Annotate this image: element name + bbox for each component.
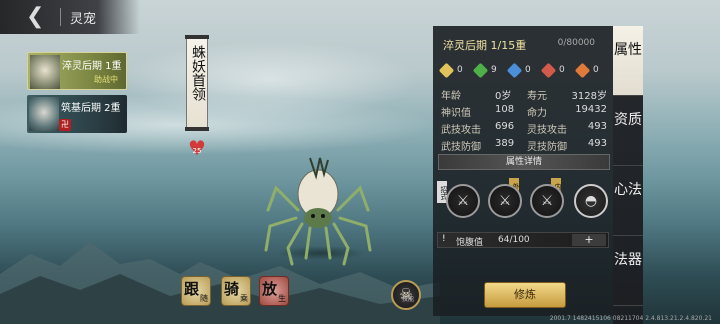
attribute-detail-button[interactable]: 属性详情: [438, 154, 610, 170]
stat-value: 389: [495, 138, 515, 149]
stat-label: 年龄: [441, 91, 461, 102]
gem-earth: 0: [573, 62, 615, 80]
gem-value: 0: [525, 65, 531, 75]
seal-icon: 卍: [59, 119, 71, 131]
banner-cap: [185, 127, 209, 131]
stat-row: 武技防御 389 灵技防御 493: [437, 137, 609, 153]
gem-value: 9: [491, 65, 497, 75]
element-gems: 0 9 0 0 0: [437, 62, 609, 80]
skill-slot-1[interactable]: ⚔: [446, 184, 480, 218]
heart-value: 25: [192, 147, 202, 155]
version-footer: 2001.7 1482415106 08211704 2.4.813.21.2.…: [549, 315, 712, 322]
pet-realm-label: 淬灵后期 1重: [62, 61, 122, 72]
stat-value: 19432: [575, 104, 607, 115]
hunger-label: 饱腹值: [456, 238, 484, 248]
exp-progress-text: 0/80000: [557, 38, 595, 48]
pet-avatar: [29, 97, 59, 131]
skull-skill-button[interactable]: ☠ 技能: [391, 280, 421, 310]
gem-value: 0: [559, 65, 565, 75]
tab-mental-method[interactable]: 心法: [613, 166, 643, 236]
pet-status-badge: 助战中: [94, 75, 118, 84]
release-label: 放: [262, 280, 278, 298]
stat-value: 493: [587, 121, 607, 132]
stat-value: 696: [495, 121, 515, 132]
gold-gem-icon: [438, 62, 455, 79]
cultivate-button[interactable]: 修炼: [484, 282, 566, 308]
stat-row: 年龄 0岁 寿元 3128岁: [437, 86, 609, 102]
follow-button[interactable]: 跟 随: [181, 276, 211, 306]
stat-row: 神识值 108 命力 19432: [437, 103, 609, 119]
wood-gem-icon: [472, 62, 489, 79]
skull-label: 技能: [401, 296, 414, 303]
pet-list-item-1[interactable]: 淬灵后期 1重 助战中: [27, 52, 127, 90]
follow-sublabel: 随: [200, 294, 208, 303]
gem-value: 0: [593, 65, 599, 75]
skill-slot-2[interactable]: ⚔: [488, 184, 522, 218]
back-arrow-icon[interactable]: ❮: [26, 6, 52, 28]
ride-button[interactable]: 骑 乘: [221, 276, 251, 306]
skill-slot-empty[interactable]: ◓: [574, 184, 608, 218]
stat-label: 寿元: [527, 91, 547, 102]
fire-gem-icon: [540, 62, 557, 79]
tab-aptitude[interactable]: 资质: [613, 96, 643, 166]
stat-row: 武技攻击 696 灵技攻击 493: [437, 120, 609, 136]
stat-value: 493: [587, 138, 607, 149]
pet-name-banner: 蛛妖首领: [185, 35, 209, 131]
hunger-value: 64/100: [498, 235, 530, 245]
stat-label: 命力: [527, 108, 547, 119]
side-tabs: 属性 资质 心法 法器: [613, 26, 643, 324]
ride-sublabel: 乘: [240, 294, 248, 303]
tab-attributes[interactable]: 属性: [613, 26, 643, 96]
pet-name: 蛛妖首领: [190, 45, 206, 101]
stat-value: 108: [495, 104, 515, 115]
attribute-panel: 淬灵后期 1/15重 0/80000 0 9 0 0 0 年龄 0岁 寿元 3128…: [433, 26, 613, 316]
hunger-bar: ! 饱腹值 64/100 +: [437, 232, 609, 248]
top-bar: ❮ 灵宠: [0, 0, 140, 34]
pet-realm-label: 筑基后期 2重: [61, 103, 121, 114]
release-sublabel: 生: [278, 294, 286, 303]
heart-icon[interactable]: ♥ 25: [186, 138, 208, 158]
hunger-icon: !: [442, 234, 446, 244]
pet-avatar: [30, 55, 60, 89]
stat-value: 3128岁: [571, 91, 607, 102]
divider: [60, 8, 61, 26]
stat-label: 灵技防御: [527, 142, 567, 153]
skill-slot-3[interactable]: ⚔: [530, 184, 564, 218]
spider-creature: [264, 157, 372, 266]
stat-value: 0岁: [495, 91, 512, 102]
follow-label: 跟: [184, 280, 200, 298]
stat-label: 武技攻击: [441, 125, 481, 136]
ride-label: 骑: [224, 280, 240, 298]
stat-label: 武技防御: [441, 142, 481, 153]
banner-cap: [185, 35, 209, 39]
add-hunger-button[interactable]: +: [572, 234, 606, 246]
page-title: 灵宠: [70, 12, 97, 27]
stat-label: 灵技攻击: [527, 125, 567, 136]
tab-magic-artifact[interactable]: 法器: [613, 236, 643, 306]
water-gem-icon: [506, 62, 523, 79]
earth-gem-icon: [574, 62, 591, 79]
release-button[interactable]: 放 生: [259, 276, 289, 306]
realm-title: 淬灵后期 1/15重: [443, 39, 527, 52]
gem-value: 0: [457, 65, 463, 75]
stat-label: 神识值: [441, 108, 471, 119]
pet-list-item-2[interactable]: 筑基后期 2重 卍: [27, 95, 127, 133]
